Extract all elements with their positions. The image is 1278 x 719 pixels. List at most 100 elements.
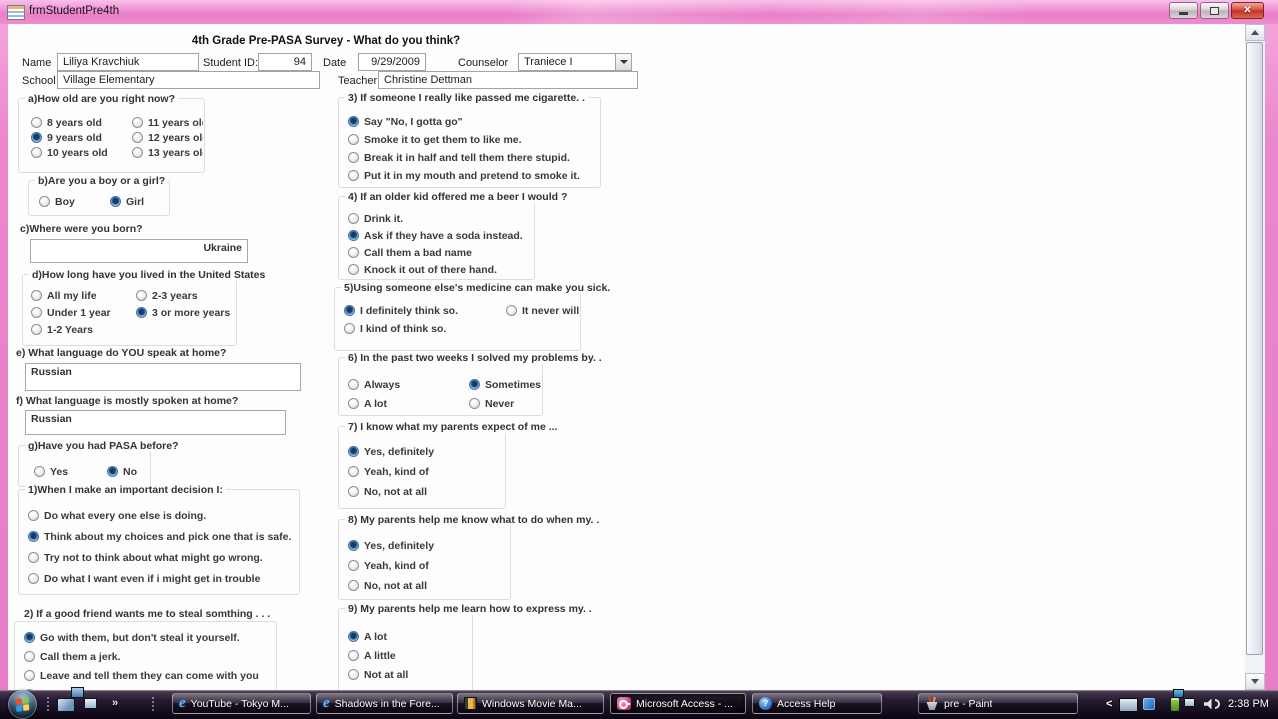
radio-option[interactable]: 9 years old	[31, 130, 128, 145]
radio-option[interactable]: Break it in half and tell them there stu…	[348, 150, 599, 165]
tray-security-icon[interactable]	[1143, 698, 1155, 710]
school-label: School	[22, 75, 56, 87]
student-id-input[interactable]: 94	[258, 53, 312, 71]
school-input[interactable]: Village Elementary	[57, 71, 320, 89]
question-group-q1: 1)When I make an important decision I: Do…	[18, 484, 300, 595]
radio-option[interactable]: Yeah, kind of	[348, 464, 504, 479]
radio-option[interactable]: 1-2 Years	[31, 322, 132, 337]
radio-option[interactable]: Yes, definitely	[348, 538, 509, 553]
text-input-c[interactable]: Ukraine	[30, 239, 248, 263]
radio-option[interactable]: Say "No, I gotta go"	[348, 114, 599, 129]
radio-option[interactable]: A lot	[348, 629, 471, 644]
taskbar-button-2[interactable]: Windows Movie Ma...	[457, 693, 604, 714]
maximize-button[interactable]	[1200, 2, 1229, 19]
counselor-dropdown-button[interactable]	[615, 53, 632, 71]
show-desktop-icon[interactable]	[57, 698, 75, 712]
radio-option[interactable]: Never	[469, 396, 541, 411]
radio-option[interactable]: Boy	[39, 194, 106, 209]
radio-option[interactable]: I definitely think so.	[344, 303, 502, 318]
taskbar-button-3[interactable]: Microsoft Access - ...	[610, 693, 746, 714]
radio-option[interactable]: Try not to think about what might go wro…	[28, 550, 298, 565]
name-input[interactable]: Liliya Kravchiuk	[57, 53, 199, 71]
radio-option[interactable]: Sometimes	[469, 377, 541, 392]
taskbar-button-0[interactable]: e YouTube - Tokyo M...	[172, 693, 311, 714]
close-button[interactable]: ✕	[1231, 2, 1264, 19]
taskbar-button-5[interactable]: pre - Paint	[918, 693, 1078, 714]
radio-option[interactable]: Leave and tell them they can come with y…	[24, 668, 275, 683]
radio-option[interactable]: 3 or more years	[136, 305, 235, 320]
scroll-up-button[interactable]	[1245, 24, 1265, 41]
question-label-q7: 7) I know what my parents expect of me .…	[345, 421, 561, 433]
tray-display-icon[interactable]	[1119, 698, 1138, 712]
radio-option[interactable]: Yeah, kind of	[348, 558, 509, 573]
radio-option[interactable]: Do what every one else is doing.	[28, 508, 298, 523]
radio-option-label: A lot	[364, 397, 387, 410]
radio-option[interactable]: Think about my choices and pick one that…	[28, 529, 298, 544]
radio-option[interactable]: No, not at all	[348, 578, 509, 593]
radio-option[interactable]: 2-3 years	[136, 288, 235, 303]
radio-option[interactable]: No, not at all	[348, 484, 504, 499]
radio-icon	[31, 147, 42, 158]
radio-option[interactable]: Not at all	[348, 667, 471, 682]
radio-option-label: I kind of think so.	[360, 322, 447, 335]
taskband-grip[interactable]	[151, 696, 155, 713]
radio-option[interactable]: Yes, definitely	[348, 444, 504, 459]
radio-selected-icon	[31, 132, 42, 143]
radio-icon	[136, 290, 147, 301]
radio-option[interactable]: Drink it.	[348, 211, 533, 226]
radio-option[interactable]: Put it in my mouth and pretend to smoke …	[348, 168, 599, 183]
radio-option[interactable]: 11 years old	[132, 115, 203, 130]
radio-option[interactable]: A lot	[348, 396, 465, 411]
teacher-input[interactable]: Christine Dettman	[378, 71, 638, 89]
tray-usb-icon[interactable]	[1171, 698, 1179, 711]
question-label-q2: 2) If a good friend wants me to steal so…	[21, 608, 274, 620]
question-label-b: b)Are you a boy or a girl?	[35, 175, 169, 187]
radio-option[interactable]: Girl	[110, 194, 168, 209]
start-button[interactable]	[8, 690, 37, 719]
taskbar-button-4[interactable]: ? Access Help	[752, 693, 882, 714]
desktop-screen: frmStudentPre4th ✕ 4th Grade Pre-PASA Su…	[0, 0, 1278, 719]
question-label-c: c)Where were you born?	[20, 223, 143, 235]
radio-option[interactable]: Do what I want even if i might get in tr…	[28, 571, 298, 586]
radio-option[interactable]: I kind of think so.	[344, 321, 502, 336]
radio-selected-icon	[344, 305, 355, 316]
radio-option[interactable]: Go with them, but don't steal it yoursel…	[24, 630, 275, 645]
radio-option-label: A lot	[364, 630, 387, 643]
scroll-down-button[interactable]	[1245, 673, 1265, 690]
scrollbar-thumb[interactable]	[1246, 42, 1263, 655]
radio-option[interactable]: No	[107, 464, 149, 479]
text-input-f[interactable]: Russian	[25, 410, 286, 435]
radio-option[interactable]: Smoke it to get them to like me.	[348, 132, 599, 147]
radio-option[interactable]: Call them a jerk.	[24, 649, 275, 664]
radio-option[interactable]: Knock it out of there hand.	[348, 262, 533, 277]
question-group-d: d)How long have you lived in the United …	[22, 269, 269, 346]
date-input[interactable]: 9/29/2009	[358, 53, 426, 71]
radio-option[interactable]: All my life	[31, 288, 132, 303]
quicklaunch-overflow-chevron[interactable]: »	[112, 697, 118, 709]
radio-icon	[28, 573, 39, 584]
radio-option-label: All my life	[47, 289, 97, 302]
radio-option[interactable]: Call them a bad name	[348, 245, 533, 260]
radio-option[interactable]: 13 years old	[132, 145, 203, 160]
radio-option[interactable]: It never will	[506, 303, 579, 318]
radio-option-label: Leave and tell them they can come with y…	[40, 669, 259, 682]
taskbar-button-1[interactable]: e Shadows in the Fore...	[316, 693, 453, 714]
radio-option[interactable]: A little	[348, 648, 471, 663]
radio-option[interactable]: 10 years old	[31, 145, 128, 160]
vertical-scrollbar[interactable]	[1245, 24, 1265, 690]
radio-option[interactable]: 8 years old	[31, 115, 128, 130]
radio-icon	[348, 560, 359, 571]
radio-option[interactable]: Yes	[34, 464, 103, 479]
teacher-label: Teacher	[338, 75, 378, 87]
tray-expand-chevron[interactable]: <	[1106, 698, 1112, 710]
text-input-e[interactable]: Russian	[25, 363, 301, 391]
radio-option[interactable]: Under 1 year	[31, 305, 132, 320]
radio-option[interactable]: Ask if they have a soda instead.	[348, 228, 533, 243]
radio-option[interactable]: 12 years old	[132, 130, 203, 145]
radio-icon	[31, 117, 42, 128]
minimize-button[interactable]	[1169, 2, 1198, 19]
counselor-combobox[interactable]: Traniece I	[518, 53, 616, 71]
radio-option[interactable]: Always	[348, 377, 465, 392]
quicklaunch-grip[interactable]	[46, 696, 50, 713]
question-group-g: g)Have you had PASA before? Yes No	[18, 440, 182, 487]
